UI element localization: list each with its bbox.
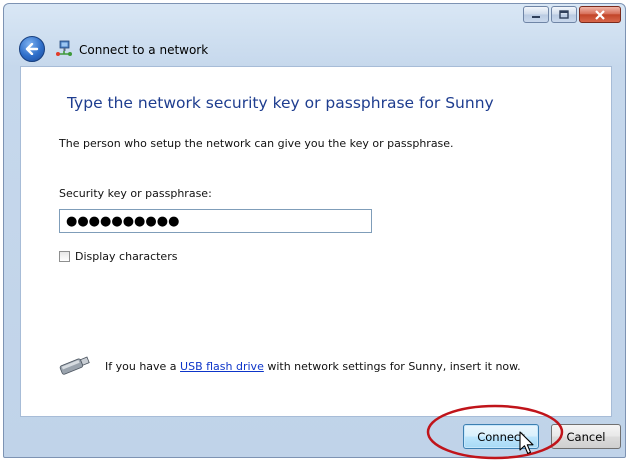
close-button[interactable] — [579, 6, 621, 23]
minimize-button[interactable] — [523, 6, 549, 23]
back-arrow-icon — [25, 43, 39, 55]
display-characters-option[interactable]: Display characters — [59, 250, 177, 263]
instruction-text: The person who setup the network can giv… — [59, 137, 454, 150]
minimize-icon — [532, 15, 540, 18]
title-bar[interactable] — [4, 4, 625, 32]
maximize-icon — [559, 10, 569, 19]
back-button[interactable] — [19, 36, 45, 62]
maximize-button[interactable] — [551, 6, 577, 23]
usb-text-after: with network settings for Sunny, insert … — [263, 360, 521, 373]
display-characters-label: Display characters — [75, 250, 178, 263]
cancel-button[interactable]: Cancel — [551, 424, 621, 449]
usb-text-before: If you have a — [105, 360, 181, 373]
network-icon — [56, 40, 72, 56]
nav-bar: Connect to a network — [4, 32, 625, 66]
security-key-label: Security key or passphrase: — [59, 187, 212, 200]
display-characters-checkbox[interactable] — [59, 251, 70, 262]
page-title: Connect to a network — [79, 43, 209, 57]
window-controls — [523, 6, 621, 23]
main-heading: Type the network security key or passphr… — [67, 94, 494, 112]
security-key-input[interactable] — [59, 209, 372, 233]
usb-hint-text: If you have a USB flash drive with netwo… — [105, 360, 521, 373]
usb-flash-drive-link[interactable]: USB flash drive — [180, 360, 264, 373]
mouse-pointer-icon — [519, 431, 534, 455]
close-icon — [595, 9, 605, 20]
content-panel: Type the network security key or passphr… — [20, 66, 612, 417]
dialog-window: Connect to a network Type the network se… — [3, 3, 626, 458]
usb-drive-icon — [59, 356, 90, 375]
